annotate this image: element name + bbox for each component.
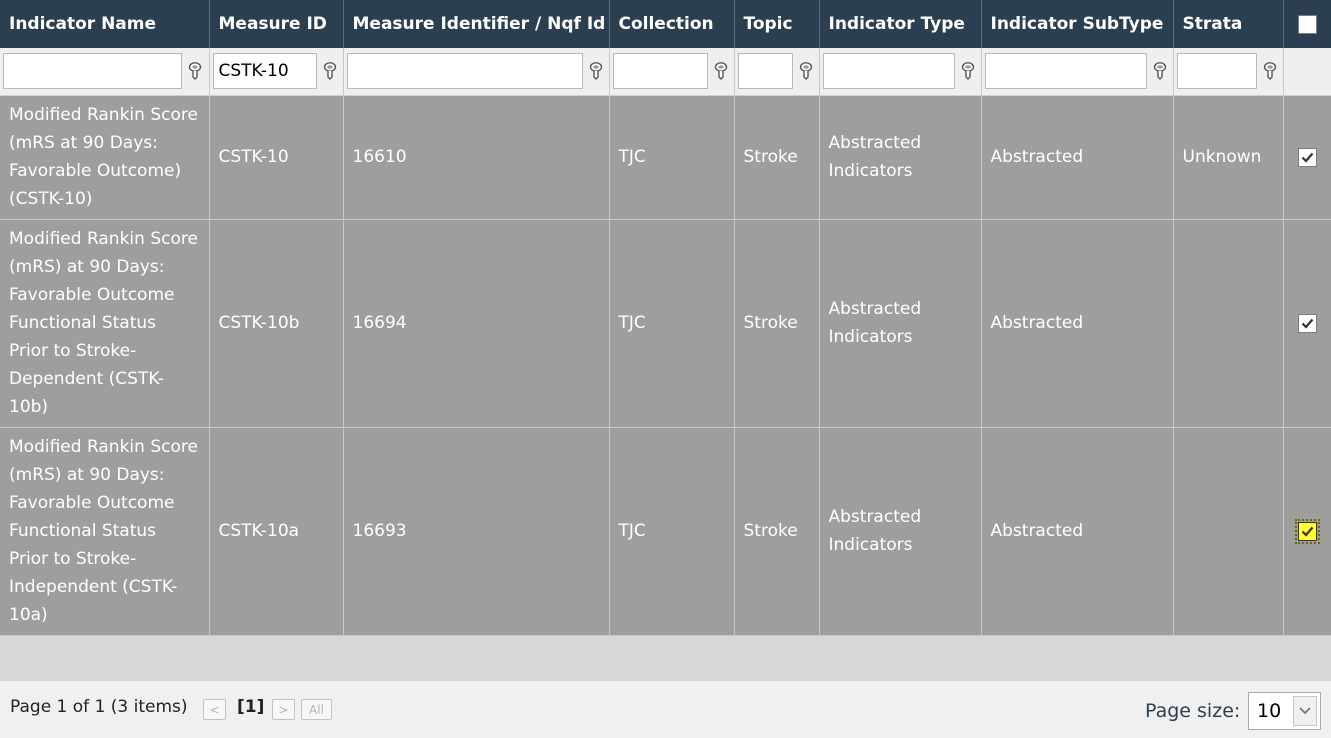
topic-cell[interactable]: Stroke [734, 219, 820, 428]
filter-icon[interactable] [585, 60, 607, 82]
indicator-name-cell[interactable]: Modified Rankin Score (mRS) at 90 Days: … [0, 427, 210, 636]
page-size-select[interactable]: 10 [1248, 692, 1321, 730]
collection-cell[interactable]: TJC [609, 95, 735, 220]
next-page-button[interactable]: > [272, 699, 295, 720]
column-header-strata[interactable]: Strata [1173, 0, 1284, 48]
indicator-subtype-cell[interactable]: Abstracted [981, 219, 1174, 428]
header-row: Indicator Name Measure ID Measure Identi… [0, 0, 1331, 48]
page-size-label: Page size: [1145, 700, 1241, 722]
indicator-grid: Indicator Name Measure ID Measure Identi… [0, 0, 1331, 636]
filter-icon[interactable] [710, 60, 732, 82]
filter-cell [0, 48, 210, 96]
indicator-subtype-cell[interactable]: Abstracted [981, 427, 1174, 636]
collection-cell[interactable]: TJC [609, 427, 735, 636]
measure-identifier-cell[interactable]: 16610 [343, 95, 610, 220]
measure-id-cell[interactable]: CSTK-10 [209, 95, 344, 220]
select-all-cell [1283, 0, 1331, 48]
measure-id-filter-input[interactable] [212, 53, 317, 90]
indicator-type-cell[interactable]: Abstracted Indicators [819, 219, 982, 428]
measure-identifier-cell[interactable]: 16693 [343, 427, 610, 636]
filter-icon[interactable] [319, 60, 341, 82]
filter-icon[interactable] [957, 60, 979, 82]
measure-id-cell[interactable]: CSTK-10b [209, 219, 344, 428]
select-all-checkbox[interactable] [1297, 14, 1317, 34]
check-icon [1301, 152, 1314, 163]
table-row[interactable]: Modified Rankin Score (mRS) at 90 Days: … [0, 219, 1331, 428]
select-cell [1283, 219, 1331, 428]
filter-cell [981, 48, 1174, 96]
indicator-subtype-cell[interactable]: Abstracted [981, 95, 1174, 220]
filter-cell [343, 48, 610, 96]
indicator-type-cell[interactable]: Abstracted Indicators [819, 95, 982, 220]
filter-cell [609, 48, 735, 96]
topic-filter-input[interactable] [737, 53, 793, 90]
check-icon [1301, 318, 1314, 329]
prev-page-button[interactable]: < [203, 699, 226, 720]
row-select-checkbox[interactable] [1294, 518, 1320, 544]
pager-summary: Page 1 of 1 (3 items) [10, 697, 188, 717]
indicator-name-filter-input[interactable] [3, 53, 182, 90]
column-header-indicator-subtype[interactable]: Indicator SubType [981, 0, 1174, 48]
topic-cell[interactable]: Stroke [734, 427, 820, 636]
indicator-name-cell[interactable]: Modified Rankin Score (mRS at 90 Days: F… [0, 95, 210, 220]
collection-filter-input[interactable] [612, 53, 708, 90]
check-icon [1301, 526, 1314, 537]
table-row[interactable]: Modified Rankin Score (mRS) at 90 Days: … [0, 427, 1331, 636]
column-header-topic[interactable]: Topic [734, 0, 820, 48]
indicator-name-cell[interactable]: Modified Rankin Score (mRS) at 90 Days: … [0, 219, 210, 428]
show-all-button[interactable]: All [301, 699, 332, 720]
filter-row [0, 48, 1331, 96]
measure-id-cell[interactable]: CSTK-10a [209, 427, 344, 636]
filter-icon[interactable] [1259, 60, 1281, 82]
pager-bar: Page 1 of 1 (3 items) < [1] > All Page s… [0, 681, 1331, 738]
measure-identifier-filter-input[interactable] [346, 53, 583, 90]
grid-empty-area [0, 636, 1331, 681]
filter-icon[interactable] [795, 60, 817, 82]
column-header-measure-id[interactable]: Measure ID [209, 0, 344, 48]
filter-cell [1173, 48, 1284, 96]
strata-cell[interactable] [1173, 427, 1284, 636]
row-select-checkbox[interactable] [1297, 147, 1317, 167]
filter-cell [209, 48, 344, 96]
chevron-left-icon: < [209, 702, 220, 717]
topic-cell[interactable]: Stroke [734, 95, 820, 220]
row-select-checkbox[interactable] [1297, 313, 1317, 333]
select-cell [1283, 427, 1331, 636]
column-header-measure-identifier[interactable]: Measure Identifier / Nqf Id [343, 0, 610, 48]
measure-identifier-cell[interactable]: 16694 [343, 219, 610, 428]
collection-cell[interactable]: TJC [609, 219, 735, 428]
indicator-type-filter-input[interactable] [822, 53, 955, 90]
filter-icon[interactable] [1149, 60, 1171, 82]
indicator-subtype-filter-input[interactable] [984, 53, 1147, 90]
chevron-right-icon: > [278, 702, 289, 717]
current-page: [1] [237, 697, 265, 717]
column-header-collection[interactable]: Collection [609, 0, 735, 48]
strata-filter-input[interactable] [1176, 53, 1257, 90]
filter-cell [1283, 48, 1331, 96]
filter-cell [734, 48, 820, 96]
filter-cell [819, 48, 982, 96]
page-size-value: 10 [1257, 700, 1282, 722]
column-header-indicator-name[interactable]: Indicator Name [0, 0, 210, 48]
indicator-type-cell[interactable]: Abstracted Indicators [819, 427, 982, 636]
chevron-down-icon[interactable] [1293, 696, 1317, 726]
column-header-indicator-type[interactable]: Indicator Type [819, 0, 982, 48]
select-cell [1283, 95, 1331, 220]
strata-cell[interactable]: Unknown [1173, 95, 1284, 220]
filter-icon[interactable] [184, 60, 206, 82]
strata-cell[interactable] [1173, 219, 1284, 428]
table-row[interactable]: Modified Rankin Score (mRS at 90 Days: F… [0, 95, 1331, 220]
